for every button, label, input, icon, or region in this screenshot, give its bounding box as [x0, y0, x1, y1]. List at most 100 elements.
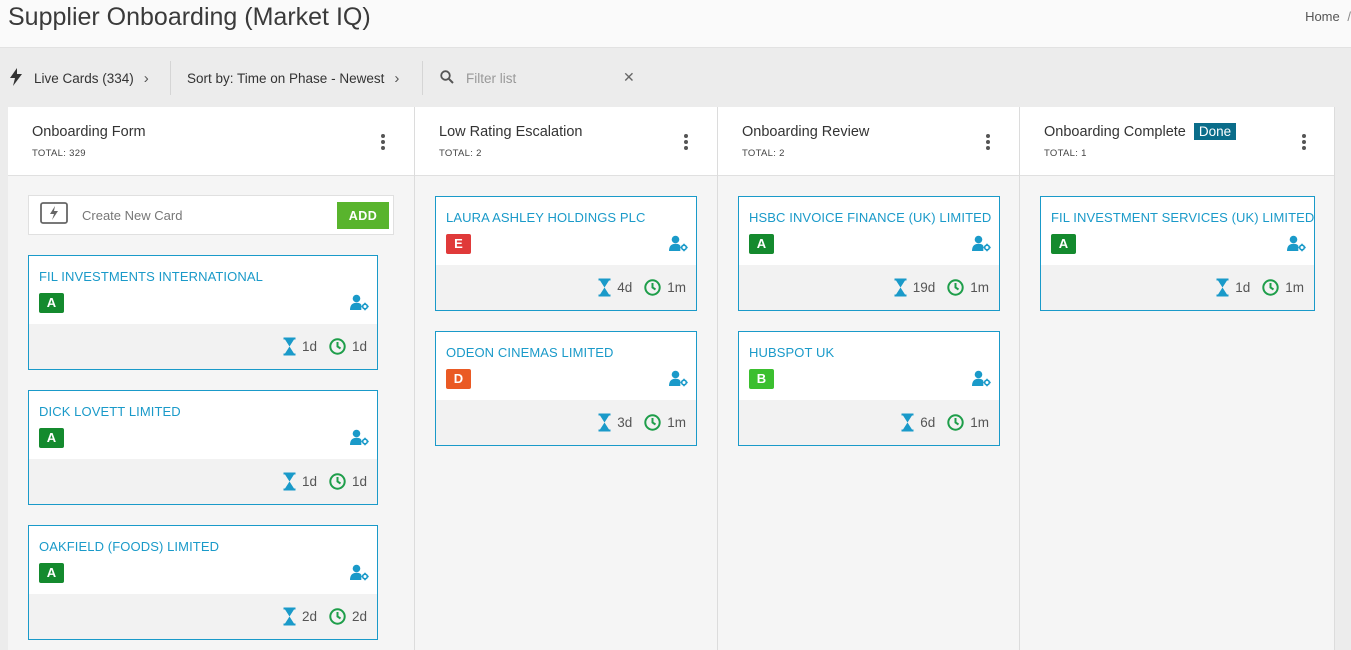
- supplier-name[interactable]: LAURA ASHLEY HOLDINGS PLC: [446, 210, 646, 225]
- column-header: Onboarding Form TOTAL: 329: [8, 107, 414, 176]
- add-card-button[interactable]: ADD: [337, 202, 389, 229]
- supplier-card[interactable]: LAURA ASHLEY HOLDINGS PLC E 4d 1m: [435, 196, 697, 311]
- supplier-card[interactable]: HSBC INVOICE FINANCE (UK) LIMITED A 19d: [738, 196, 1000, 311]
- supplier-name[interactable]: DICK LOVETT LIMITED: [39, 404, 181, 419]
- filter-box: [440, 61, 616, 95]
- column-menu-icon[interactable]: [1302, 134, 1306, 150]
- live-cards-dropdown[interactable]: Live Cards (334) ›: [10, 61, 149, 95]
- page-header: Supplier Onboarding (Market IQ) Home /: [0, 0, 1351, 48]
- card-meta: 1d 1d: [283, 472, 367, 491]
- supplier-name[interactable]: OAKFIELD (FOODS) LIMITED: [39, 539, 219, 554]
- card-footer: 2d 2d: [29, 594, 377, 639]
- toolbar-divider: [422, 61, 423, 95]
- hourglass-icon: [598, 413, 611, 432]
- time-on-phase: 4d: [617, 280, 633, 295]
- page-title: Supplier Onboarding (Market IQ): [8, 3, 371, 31]
- column-title: Onboarding Review: [742, 124, 870, 140]
- column-header: Low Rating Escalation TOTAL: 2: [415, 107, 717, 176]
- assign-user-icon[interactable]: [350, 294, 369, 316]
- card-age: 1m: [970, 280, 989, 295]
- card-body: OAKFIELD (FOODS) LIMITED A: [29, 526, 377, 594]
- supplier-name[interactable]: HSBC INVOICE FINANCE (UK) LIMITED: [749, 210, 991, 225]
- column-total: TOTAL: 1: [1044, 148, 1087, 159]
- rating-badge: E: [446, 234, 471, 254]
- column-title-text: Onboarding Complete: [1044, 124, 1186, 140]
- live-cards-label: Live Cards (334): [34, 70, 134, 86]
- supplier-card[interactable]: FIL INVESTMENT SERVICES (UK) LIMITED A 1…: [1040, 196, 1315, 311]
- supplier-card[interactable]: FIL INVESTMENTS INTERNATIONAL A 1d 1d: [28, 255, 378, 370]
- chevron-right-icon: ›: [394, 69, 400, 87]
- clear-filter-icon[interactable]: ✕: [623, 69, 635, 86]
- assign-user-icon[interactable]: [972, 370, 991, 392]
- supplier-card[interactable]: OAKFIELD (FOODS) LIMITED A 2d 2d: [28, 525, 378, 640]
- card-age: 2d: [351, 609, 367, 624]
- column-onboarding-form: Onboarding Form TOTAL: 329 ADD FIL INVES…: [8, 107, 415, 650]
- hourglass-icon: [283, 337, 296, 356]
- clock-icon: [947, 414, 964, 431]
- card-body: HSBC INVOICE FINANCE (UK) LIMITED A: [739, 197, 999, 265]
- supplier-name[interactable]: FIL INVESTMENT SERVICES (UK) LIMITED: [1051, 210, 1314, 225]
- column-onboarding-complete: Onboarding Complete Done TOTAL: 1 FIL IN…: [1020, 107, 1335, 650]
- assign-user-icon[interactable]: [350, 564, 369, 586]
- assign-user-icon[interactable]: [972, 235, 991, 257]
- rating-badge: A: [39, 293, 64, 313]
- card-footer: 19d 1m: [739, 265, 999, 310]
- card-footer: 3d 1m: [436, 400, 696, 445]
- card-footer: 1d 1d: [29, 459, 377, 504]
- hourglass-icon: [1216, 278, 1229, 297]
- column-menu-icon[interactable]: [381, 134, 385, 150]
- card-age: 1m: [970, 415, 989, 430]
- assign-user-icon[interactable]: [1287, 235, 1306, 257]
- sort-by-dropdown[interactable]: Sort by: Time on Phase - Newest ›: [187, 61, 399, 95]
- clock-icon: [329, 473, 346, 490]
- rating-badge: B: [749, 369, 774, 389]
- create-card-input[interactable]: [82, 207, 332, 223]
- supplier-card[interactable]: DICK LOVETT LIMITED A 1d 1d: [28, 390, 378, 505]
- time-on-phase: 6d: [920, 415, 936, 430]
- column-menu-icon[interactable]: [684, 134, 688, 150]
- card-body: ODEON CINEMAS LIMITED D: [436, 332, 696, 400]
- card-footer: 1d 1d: [29, 324, 377, 369]
- supplier-name[interactable]: ODEON CINEMAS LIMITED: [446, 345, 614, 360]
- hourglass-icon: [901, 413, 914, 432]
- card-age: 1m: [667, 415, 686, 430]
- column-total: TOTAL: 329: [32, 148, 86, 159]
- card-footer: 6d 1m: [739, 400, 999, 445]
- breadcrumb-home-link[interactable]: Home: [1305, 9, 1340, 24]
- clock-icon: [644, 414, 661, 431]
- toolbar-divider: [170, 61, 171, 95]
- hourglass-icon: [598, 278, 611, 297]
- supplier-card[interactable]: ODEON CINEMAS LIMITED D 3d 1m: [435, 331, 697, 446]
- card-meta: 6d 1m: [901, 413, 989, 432]
- rating-badge: A: [749, 234, 774, 254]
- card-age: 1m: [1285, 280, 1304, 295]
- rating-badge: A: [1051, 234, 1076, 254]
- assign-user-icon[interactable]: [669, 370, 688, 392]
- rating-badge: A: [39, 563, 64, 583]
- sort-by-label: Sort by: Time on Phase - Newest: [187, 70, 385, 86]
- card-body: LAURA ASHLEY HOLDINGS PLC E: [436, 197, 696, 265]
- supplier-name[interactable]: HUBSPOT UK: [749, 345, 834, 360]
- card-age: 1d: [351, 474, 367, 489]
- clock-icon: [329, 608, 346, 625]
- card-meta: 3d 1m: [598, 413, 686, 432]
- rating-badge: D: [446, 369, 471, 389]
- column-onboarding-review: Onboarding Review TOTAL: 2 HSBC INVOICE …: [718, 107, 1020, 650]
- search-icon: [440, 69, 454, 87]
- time-on-phase: 1d: [301, 339, 317, 354]
- card-meta: 1d 1m: [1216, 278, 1304, 297]
- card-meta: 4d 1m: [598, 278, 686, 297]
- column-menu-icon[interactable]: [986, 134, 990, 150]
- supplier-name[interactable]: FIL INVESTMENTS INTERNATIONAL: [39, 269, 263, 284]
- kanban-board: Onboarding Form TOTAL: 329 ADD FIL INVES…: [8, 107, 1335, 650]
- filter-input[interactable]: [466, 70, 616, 86]
- assign-user-icon[interactable]: [669, 235, 688, 257]
- time-on-phase: 1d: [301, 474, 317, 489]
- column-header: Onboarding Complete Done TOTAL: 1: [1020, 107, 1334, 176]
- breadcrumb-separator: /: [1347, 9, 1351, 24]
- assign-user-icon[interactable]: [350, 429, 369, 451]
- column-title: Onboarding Form: [32, 124, 146, 140]
- clock-icon: [329, 338, 346, 355]
- card-bolt-icon: [40, 201, 68, 229]
- supplier-card[interactable]: HUBSPOT UK B 6d 1m: [738, 331, 1000, 446]
